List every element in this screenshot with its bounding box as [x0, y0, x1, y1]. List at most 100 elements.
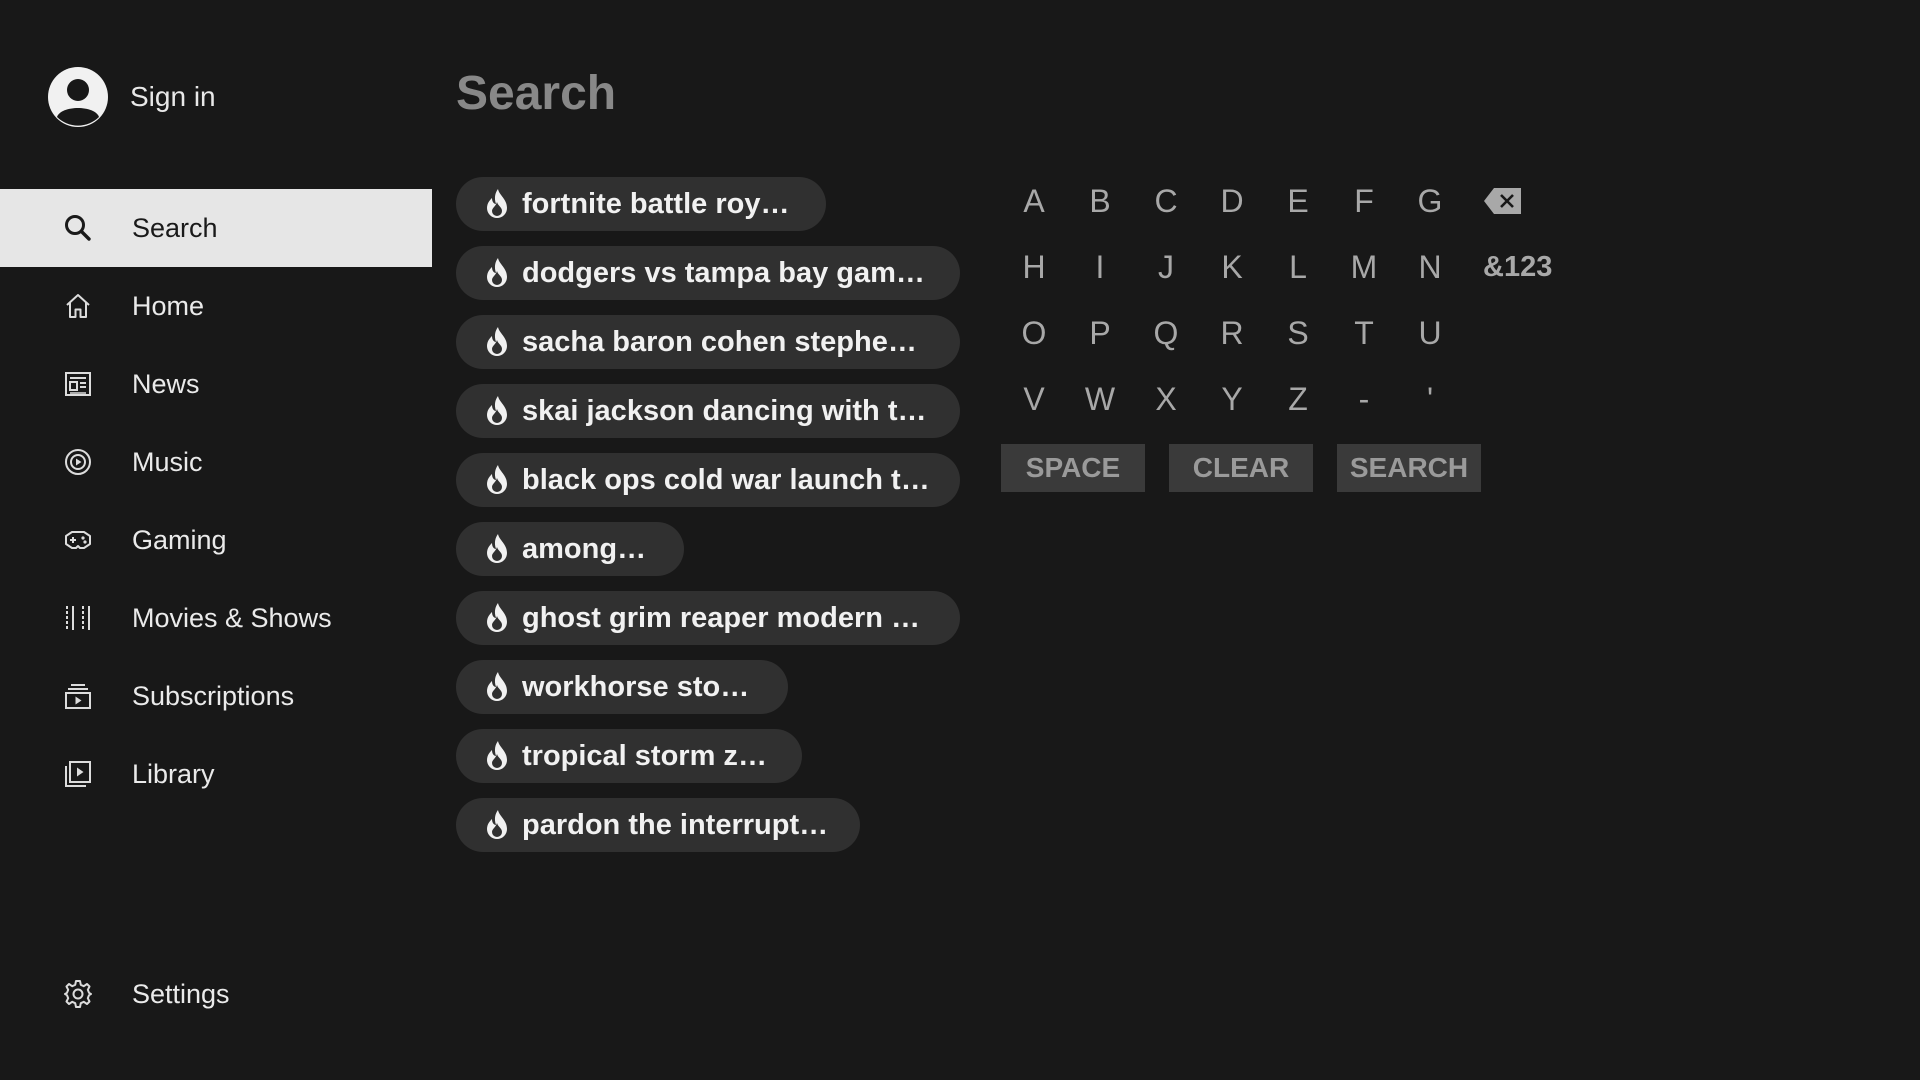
sidebar-item-library[interactable]: Library — [0, 735, 432, 813]
sidebar-item-news[interactable]: News — [0, 345, 432, 423]
suggestion-text: ghost grim reaper modern w... — [522, 601, 930, 634]
search-button[interactable]: SEARCH — [1337, 444, 1481, 492]
key-h[interactable]: H — [1001, 234, 1067, 300]
sidebar-nav: Search Home News Music Gaming Movies & S… — [0, 189, 432, 813]
sidebar-item-label: Gaming — [132, 524, 227, 555]
key-w[interactable]: W — [1067, 366, 1133, 432]
keyboard-row: A B C D E F G — [1001, 168, 1573, 234]
key-p[interactable]: P — [1067, 300, 1133, 366]
suggestion-text: among us — [522, 532, 654, 565]
search-suggestions: fortnite battle royale dodgers vs tampa … — [456, 177, 960, 867]
sidebar-item-movies-shows[interactable]: Movies & Shows — [0, 579, 432, 657]
suggestion-text: pardon the interruption — [522, 808, 830, 841]
clear-button[interactable]: CLEAR — [1169, 444, 1313, 492]
key-s[interactable]: S — [1265, 300, 1331, 366]
suggestion-chip[interactable]: among us — [456, 522, 684, 576]
key-i[interactable]: I — [1067, 234, 1133, 300]
sidebar-item-label: News — [132, 368, 200, 399]
sidebar-item-gaming[interactable]: Gaming — [0, 501, 432, 579]
key-j[interactable]: J — [1133, 234, 1199, 300]
app-root: Sign in Search Home News Music Gaming Mo… — [0, 0, 1920, 1080]
sign-in-label: Sign in — [130, 81, 216, 112]
suggestion-text: tropical storm zeta — [522, 739, 772, 772]
key-a[interactable]: A — [1001, 168, 1067, 234]
sign-in-button[interactable]: Sign in — [48, 67, 216, 127]
space-button[interactable]: SPACE — [1001, 444, 1145, 492]
key-hyphen[interactable]: - — [1331, 366, 1397, 432]
backspace-icon — [1484, 188, 1521, 214]
trending-flame-icon — [487, 810, 507, 839]
key-z[interactable]: Z — [1265, 366, 1331, 432]
key-q[interactable]: Q — [1133, 300, 1199, 366]
key-e[interactable]: E — [1265, 168, 1331, 234]
library-icon — [62, 758, 94, 790]
music-icon — [62, 446, 94, 478]
trending-flame-icon — [487, 603, 507, 632]
key-r[interactable]: R — [1199, 300, 1265, 366]
key-l[interactable]: L — [1265, 234, 1331, 300]
suggestion-chip[interactable]: sacha baron cohen stephen ... — [456, 315, 960, 369]
key-o[interactable]: O — [1001, 300, 1067, 366]
gear-icon — [62, 978, 94, 1010]
suggestion-chip[interactable]: workhorse stocks — [456, 660, 788, 714]
sidebar-item-label: Music — [132, 446, 203, 477]
sidebar-item-search[interactable]: Search — [0, 189, 432, 267]
backspace-key[interactable] — [1463, 168, 1573, 234]
film-icon — [62, 602, 94, 634]
key-t[interactable]: T — [1331, 300, 1397, 366]
sidebar-item-music[interactable]: Music — [0, 423, 432, 501]
sidebar-item-home[interactable]: Home — [0, 267, 432, 345]
key-v[interactable]: V — [1001, 366, 1067, 432]
trending-flame-icon — [487, 534, 507, 563]
trending-flame-icon — [487, 258, 507, 287]
sidebar-item-settings[interactable]: Settings — [0, 955, 432, 1033]
sidebar-item-label: Home — [132, 290, 205, 321]
sidebar-item-subscriptions[interactable]: Subscriptions — [0, 657, 432, 735]
suggestion-text: dodgers vs tampa bay game ... — [522, 256, 930, 289]
key-n[interactable]: N — [1397, 234, 1463, 300]
suggestion-text: skai jackson dancing with th... — [522, 394, 930, 427]
keyboard-actions: SPACE CLEAR SEARCH — [1001, 444, 1573, 492]
suggestion-chip[interactable]: dodgers vs tampa bay game ... — [456, 246, 960, 300]
key-u[interactable]: U — [1397, 300, 1463, 366]
sidebar-item-label: Library — [132, 758, 215, 789]
sidebar-item-label: Search — [132, 212, 218, 243]
news-icon — [62, 368, 94, 400]
suggestion-text: black ops cold war launch tr... — [522, 463, 930, 496]
trending-flame-icon — [487, 672, 507, 701]
search-icon — [62, 212, 94, 244]
suggestion-chip[interactable]: fortnite battle royale — [456, 177, 826, 231]
keyboard-row: V W X Y Z - ' — [1001, 366, 1573, 432]
suggestion-chip[interactable]: pardon the interruption — [456, 798, 860, 852]
suggestion-chip[interactable]: tropical storm zeta — [456, 729, 802, 783]
symbols-key[interactable]: &123 — [1463, 234, 1573, 300]
trending-flame-icon — [487, 396, 507, 425]
suggestion-text: workhorse stocks — [522, 670, 758, 703]
suggestion-text: sacha baron cohen stephen ... — [522, 325, 930, 358]
sidebar-item-label: Subscriptions — [132, 680, 295, 711]
keyboard-row: H I J K L M N &123 — [1001, 234, 1573, 300]
key-y[interactable]: Y — [1199, 366, 1265, 432]
sidebar-item-label: Movies & Shows — [132, 602, 332, 633]
suggestion-text: fortnite battle royale — [522, 187, 796, 220]
home-icon — [62, 290, 94, 322]
key-c[interactable]: C — [1133, 168, 1199, 234]
key-g[interactable]: G — [1397, 168, 1463, 234]
on-screen-keyboard: A B C D E F G H I J K L M N &123 O P Q R… — [1001, 168, 1573, 492]
keyboard-row: O P Q R S T U — [1001, 300, 1573, 366]
suggestion-chip[interactable]: skai jackson dancing with th... — [456, 384, 960, 438]
key-apostrophe[interactable]: ' — [1397, 366, 1463, 432]
page-title: Search — [456, 67, 617, 120]
key-d[interactable]: D — [1199, 168, 1265, 234]
suggestion-chip[interactable]: black ops cold war launch tr... — [456, 453, 960, 507]
key-x[interactable]: X — [1133, 366, 1199, 432]
key-m[interactable]: M — [1331, 234, 1397, 300]
key-k[interactable]: K — [1199, 234, 1265, 300]
suggestion-chip[interactable]: ghost grim reaper modern w... — [456, 591, 960, 645]
key-b[interactable]: B — [1067, 168, 1133, 234]
trending-flame-icon — [487, 327, 507, 356]
trending-flame-icon — [487, 465, 507, 494]
settings-label: Settings — [132, 978, 230, 1009]
trending-flame-icon — [487, 741, 507, 770]
key-f[interactable]: F — [1331, 168, 1397, 234]
